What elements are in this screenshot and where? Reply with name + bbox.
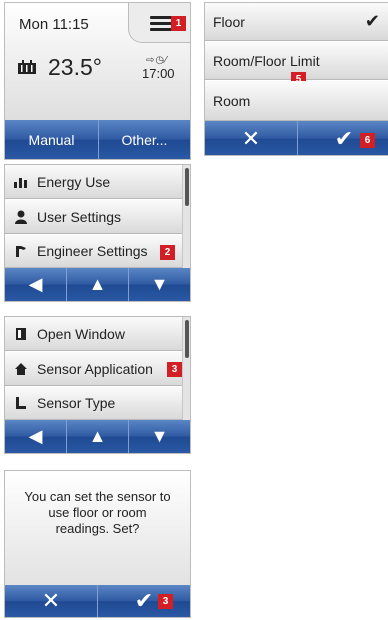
step-badge: 2 (160, 245, 175, 260)
schedule-time: 17:00 (142, 66, 175, 81)
option-label: Room (213, 92, 251, 109)
left-button[interactable]: ◀ (5, 420, 67, 453)
manual-label: Manual (28, 131, 75, 148)
menu-item-label: Open Window (37, 325, 125, 342)
bar-chart-icon (13, 175, 29, 189)
close-icon: ✕ (41, 588, 61, 613)
dialog-message: You can set the sensor to use floor or r… (5, 471, 190, 585)
checkmark-icon: ✔ (334, 125, 354, 151)
scrollbar[interactable] (182, 317, 190, 420)
cancel-button[interactable]: ✕ (5, 585, 98, 617)
arrow-left-icon: ◀ (28, 426, 43, 446)
menu-item-label: Engineer Settings (37, 243, 148, 259)
option-floor[interactable]: Floor ✔ (205, 3, 388, 41)
step-badge: 3 (167, 362, 182, 377)
option-room[interactable]: Room (205, 81, 388, 121)
arrow-down-icon: ▼ (150, 274, 169, 294)
manual-button[interactable]: Manual (5, 120, 99, 159)
menu-item-label: Sensor Application (37, 360, 153, 377)
confirm-button[interactable]: ✔ 3 (98, 585, 190, 617)
arrow-down-icon: ▼ (150, 426, 169, 446)
sensor-icon (13, 396, 29, 410)
home-display: Mon 11:15 1 23.5° ⇨◷⁄ 17:00 (5, 3, 190, 120)
checkmark-icon: ✔ (134, 588, 154, 613)
option-label: Floor (213, 13, 245, 30)
menu-item-open-window[interactable]: Open Window (5, 317, 182, 351)
temperature-readout: 23.5° (48, 54, 102, 80)
sensor-select-screen: Floor ✔ Room/Floor Limit 5 Room ✕ ✔ 6 (204, 2, 388, 156)
down-button[interactable]: ▼ (129, 268, 190, 301)
home-screen: Mon 11:15 1 23.5° ⇨◷⁄ 17:00 Manual Other… (4, 2, 191, 160)
menu-item-sensor-type[interactable]: Sensor Type (5, 387, 182, 420)
confirm-button[interactable]: ✔ 6 (298, 121, 388, 155)
house-icon (13, 362, 29, 376)
menu-item-label: User Settings (37, 208, 122, 225)
engineer-menu-screen: Open Window Sensor Application 3 Sensor … (4, 316, 191, 454)
menu-item-label: Sensor Type (37, 395, 116, 411)
window-icon (13, 327, 29, 341)
heating-icon (18, 60, 36, 74)
menu-item-user-settings[interactable]: User Settings (5, 200, 182, 234)
close-icon: ✕ (241, 125, 261, 151)
wrench-icon (13, 244, 29, 258)
menu-item-sensor-application[interactable]: Sensor Application 3 (5, 352, 182, 386)
up-button[interactable]: ▲ (67, 420, 129, 453)
step-badge: 6 (360, 133, 375, 148)
step-badge: 1 (171, 16, 186, 31)
step-badge: 3 (158, 594, 173, 609)
user-icon (13, 210, 29, 224)
arrow-up-icon: ▲ (88, 274, 107, 294)
arrow-up-icon: ▲ (88, 426, 107, 446)
arrow-left-icon: ◀ (28, 274, 43, 294)
clock-text: Mon 11:15 (19, 16, 89, 33)
down-button[interactable]: ▼ (129, 420, 190, 453)
other-label: Other... (121, 131, 168, 148)
schedule-icon: ⇨◷⁄ (146, 55, 168, 66)
menu-item-engineer-settings[interactable]: Engineer Settings 2 (5, 235, 182, 268)
main-menu-screen: Energy Use User Settings Engineer Settin… (4, 164, 191, 302)
scrollbar[interactable] (182, 165, 190, 268)
up-button[interactable]: ▲ (67, 268, 129, 301)
confirm-dialog-screen: You can set the sensor to use floor or r… (4, 470, 191, 618)
cancel-button[interactable]: ✕ (205, 121, 298, 155)
menu-item-label: Energy Use (37, 173, 111, 190)
option-label: Room/Floor Limit (213, 52, 320, 69)
left-button[interactable]: ◀ (5, 268, 67, 301)
other-button[interactable]: Other... (99, 120, 190, 159)
menu-item-energy-use[interactable]: Energy Use (5, 165, 182, 199)
checkmark-icon: ✔ (364, 11, 380, 31)
